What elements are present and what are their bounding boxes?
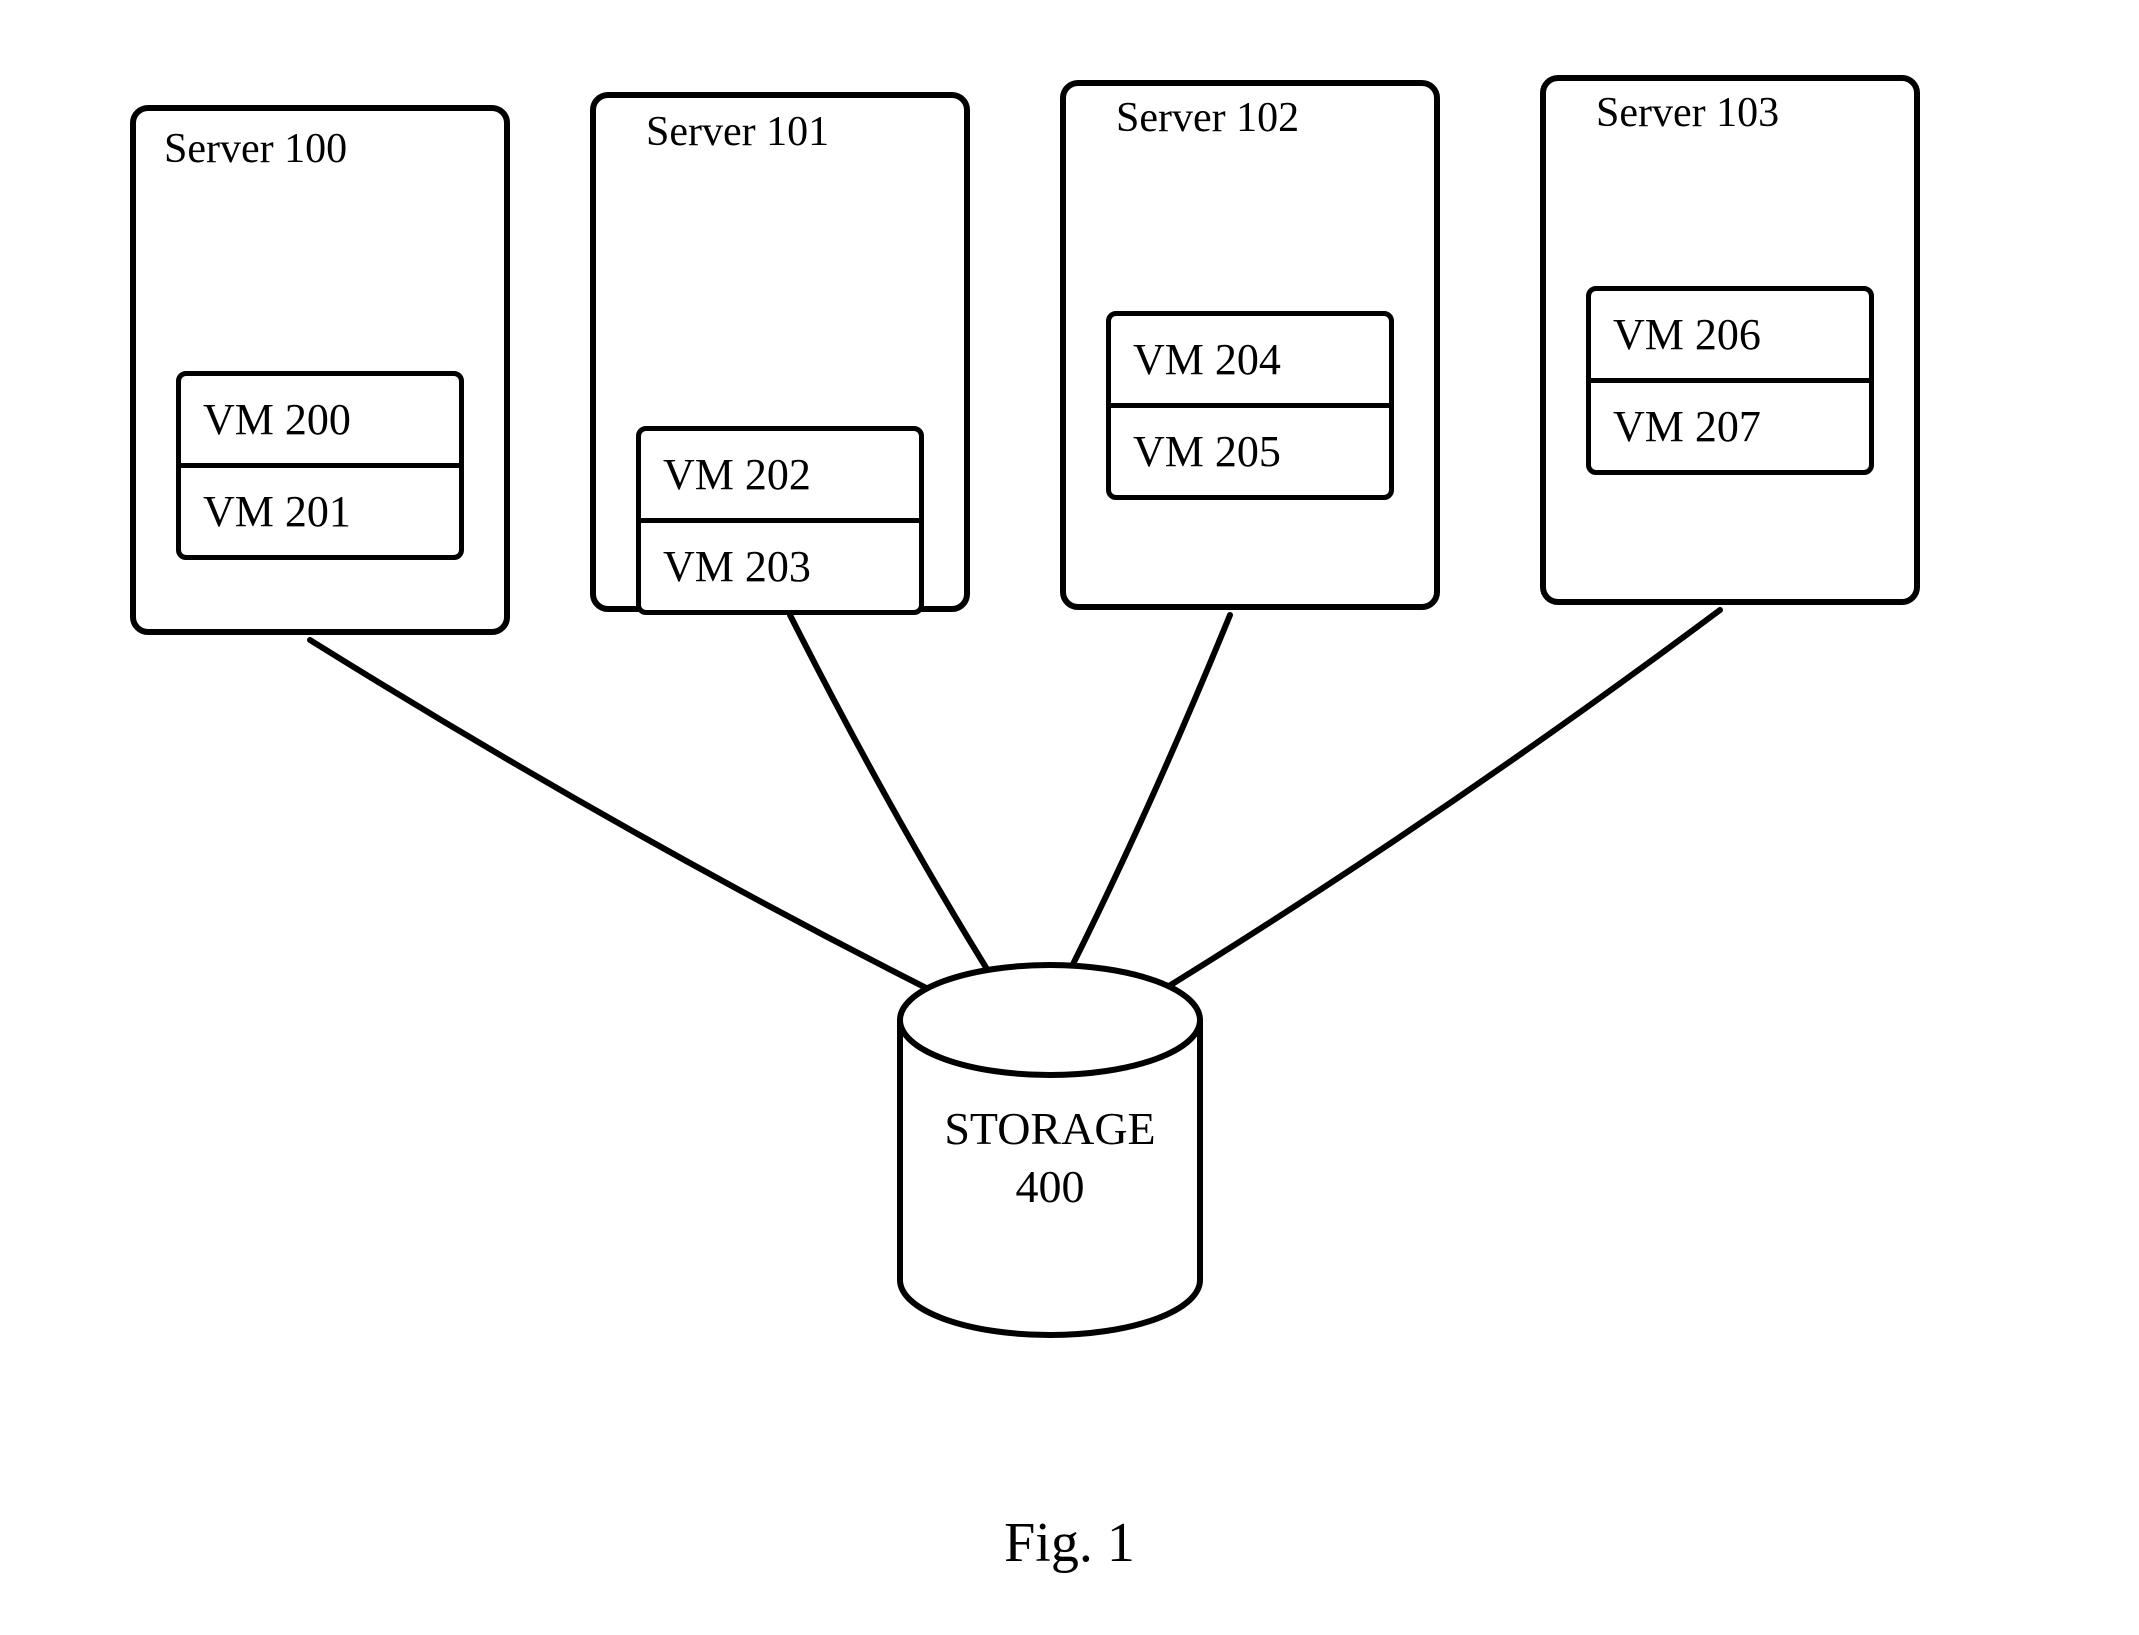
server-label: Server 102	[1106, 88, 1309, 148]
server-101: Server 101 VM 202VM 203	[590, 92, 970, 612]
vm-box: VM 200	[176, 371, 464, 468]
vm-box: VM 206	[1586, 286, 1874, 383]
server-103: Server 103 VM 206VM 207	[1540, 75, 1920, 605]
storage-label: STORAGE 400	[920, 1100, 1180, 1215]
vm-stack: VM 200VM 201	[176, 371, 464, 555]
figure-caption: Fig. 1	[0, 1511, 2139, 1575]
vm-box: VM 201	[176, 463, 464, 560]
vm-stack: VM 206VM 207	[1586, 286, 1874, 470]
connection-line	[1130, 610, 1720, 1010]
server-102: Server 102 VM 204VM 205	[1060, 80, 1440, 610]
connection-line	[790, 615, 1000, 990]
vm-box: VM 207	[1586, 378, 1874, 475]
connection-line	[310, 640, 960, 1005]
server-label: Server 101	[636, 102, 839, 162]
server-label: Server 100	[154, 119, 357, 179]
connection-line	[1060, 615, 1230, 990]
vm-stack: VM 202VM 203	[636, 426, 924, 610]
server-100: Server 100 VM 200VM 201	[130, 105, 510, 635]
vm-box: VM 203	[636, 518, 924, 615]
vm-box: VM 202	[636, 426, 924, 523]
server-label: Server 103	[1586, 83, 1789, 143]
storage-label-line2: 400	[920, 1158, 1180, 1216]
diagram-root: Server 100VM 200VM 201Server 101VM 202VM…	[0, 0, 2139, 1635]
storage-label-line1: STORAGE	[920, 1100, 1180, 1158]
vm-stack: VM 204VM 205	[1106, 311, 1394, 495]
vm-box: VM 205	[1106, 403, 1394, 500]
vm-box: VM 204	[1106, 311, 1394, 408]
